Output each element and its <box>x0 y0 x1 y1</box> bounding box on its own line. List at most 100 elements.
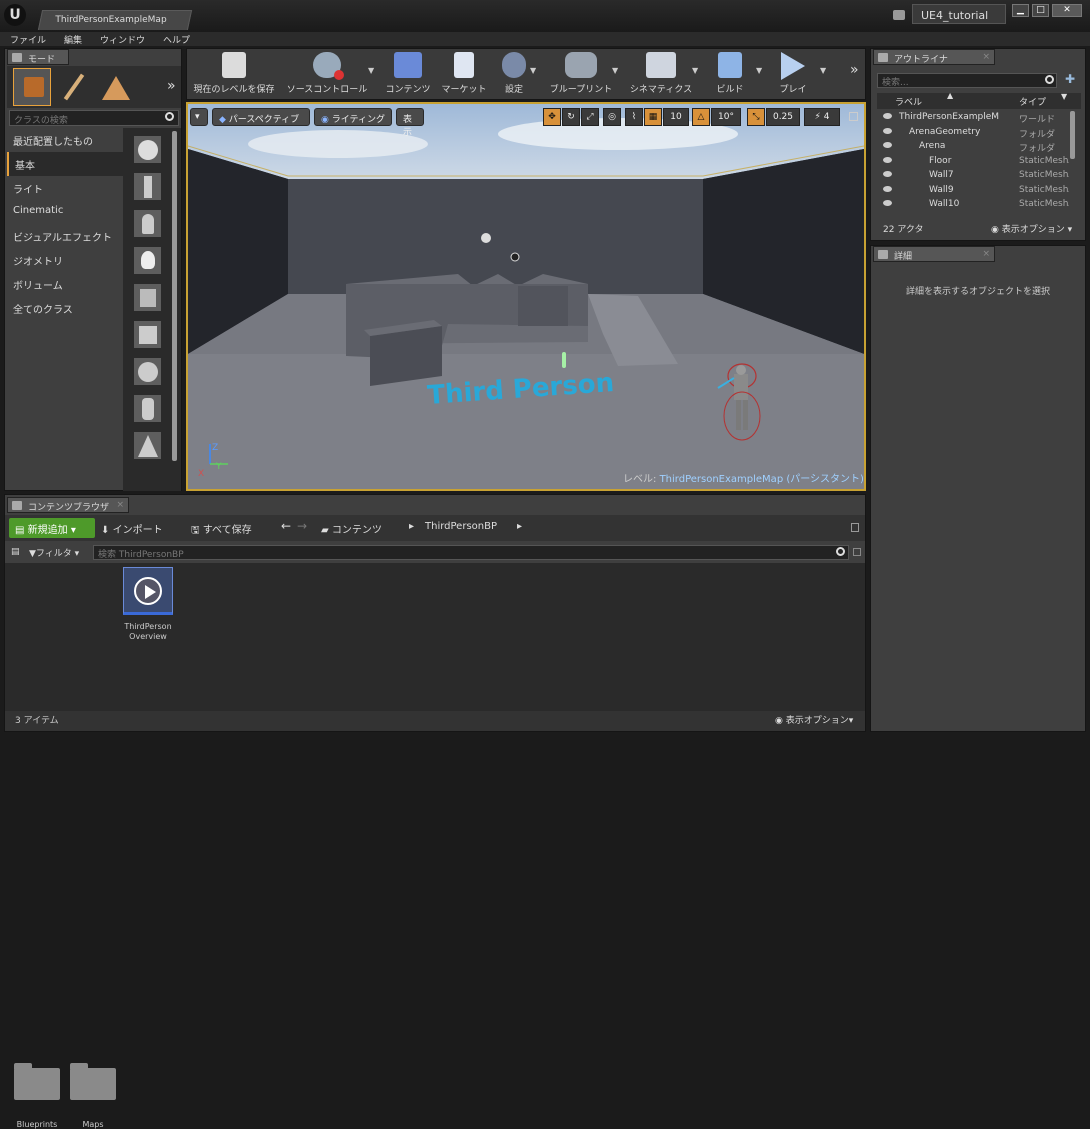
menu-window[interactable]: ウィンドウ <box>90 32 153 46</box>
lighting-button[interactable]: ◉ ライティング <box>314 108 392 126</box>
rotation-snap-value[interactable]: 10° <box>711 108 741 126</box>
save-all-button[interactable]: 🖫 すべて保存 <box>191 521 252 540</box>
tutorial-asset-thumb[interactable] <box>123 567 173 615</box>
grid-snap-value[interactable]: 10 <box>663 108 689 126</box>
build-dropdown-icon[interactable]: ▼ <box>756 66 762 75</box>
source-control-button[interactable]: ソースコントロール <box>284 52 370 98</box>
filter-button[interactable]: ▼フィルタ ▾ <box>29 546 79 559</box>
level-viewport[interactable]: Third Person Z Y X レベル: ThirdPersonExamp… <box>186 102 866 491</box>
marketplace-button[interactable]: マーケット <box>438 52 490 98</box>
document-tab[interactable]: ThirdPersonExampleMap <box>37 10 193 30</box>
camera-speed-button[interactable]: ⚡ 4 <box>804 108 840 126</box>
content-button[interactable]: コンテンツ <box>382 52 434 98</box>
settings-button[interactable]: 設定 <box>494 52 534 98</box>
sources-toggle-icon[interactable]: ▤ <box>11 547 20 557</box>
category-cinematic[interactable]: Cinematic <box>7 200 123 224</box>
menu-edit[interactable]: 編集 <box>54 32 90 46</box>
forward-button[interactable]: → <box>297 519 307 533</box>
content-browser-tab[interactable]: コンテンツブラウザ × <box>7 497 129 513</box>
rotation-snap-icon[interactable]: △ <box>692 108 710 126</box>
modes-tab[interactable]: モード <box>7 49 69 65</box>
category-geometry[interactable]: ジオメトリ <box>7 248 123 272</box>
scale-snap-icon[interactable]: ⤡ <box>747 108 765 126</box>
category-all-classes[interactable]: 全てのクラス <box>7 296 123 320</box>
cinematics-button[interactable]: シネマティクス <box>626 52 696 98</box>
path-thirdpersonbp[interactable]: ThirdPersonBP <box>425 521 497 532</box>
build-button[interactable]: ビルド <box>706 52 754 98</box>
mode-list-scrollbar[interactable] <box>172 131 177 461</box>
cylinder-thumb[interactable] <box>133 394 162 423</box>
empty-actor-thumb[interactable] <box>133 135 162 164</box>
folder-blueprints[interactable]: Blueprints <box>12 1063 62 1129</box>
content-search-input[interactable]: 検索 ThirdPersonBP <box>93 545 849 560</box>
close-button[interactable]: ✕ <box>1052 4 1082 17</box>
outliner-row[interactable]: Wall9 StaticMeshA <box>877 183 1069 198</box>
outliner-row[interactable]: ArenaGeometry フォルダ <box>877 125 1069 140</box>
visibility-eye-icon[interactable] <box>883 156 892 163</box>
minimize-button[interactable]: ▁ <box>1012 4 1029 17</box>
rotate-tool-icon[interactable]: ↻ <box>562 108 580 126</box>
type-dropdown-icon[interactable]: ▼ <box>1061 92 1067 101</box>
world-space-icon[interactable]: ◎ <box>603 108 621 126</box>
category-visual-effects[interactable]: ビジュアルエフェクト <box>7 224 123 248</box>
outliner-tab[interactable]: アウトライナ × <box>873 49 995 65</box>
blueprint-dropdown-icon[interactable]: ▼ <box>612 66 618 75</box>
save-search-icon[interactable] <box>853 548 861 556</box>
more-modes-icon[interactable]: » <box>167 78 176 94</box>
back-button[interactable]: ← <box>281 519 291 533</box>
character-thumb[interactable] <box>133 172 162 201</box>
visibility-eye-icon[interactable] <box>883 200 892 206</box>
category-recent[interactable]: 最近配置したもの <box>7 128 123 152</box>
visibility-eye-icon[interactable] <box>883 171 892 177</box>
scale-snap-value[interactable]: 0.25 <box>766 108 800 126</box>
toolbar-overflow-icon[interactable]: » <box>850 62 859 78</box>
lock-icon[interactable] <box>851 523 859 532</box>
grid-snap-icon[interactable]: ▦ <box>644 108 662 126</box>
save-level-button[interactable]: 現在のレベルを保存 <box>190 52 278 98</box>
landscape-mode-icon[interactable] <box>97 68 135 106</box>
viewport-options-button[interactable]: ▾ <box>190 108 208 126</box>
details-tab[interactable]: 詳細 × <box>873 246 995 262</box>
add-actor-icon[interactable]: ✚ <box>1065 72 1079 86</box>
outliner-scrollbar[interactable] <box>1070 111 1075 159</box>
content-view-options[interactable]: ◉ 表示オプション▾ <box>775 713 853 726</box>
cinematics-dropdown-icon[interactable]: ▼ <box>692 66 698 75</box>
outliner-row[interactable]: Arena フォルダ <box>877 139 1069 154</box>
blueprint-button[interactable]: ブループリント <box>546 52 616 98</box>
folder-maps[interactable]: Maps <box>68 1063 118 1129</box>
point-light-thumb[interactable] <box>133 246 162 275</box>
outliner-row[interactable]: ThirdPersonExampleM ワールド <box>877 110 1069 125</box>
sphere-thumb[interactable] <box>133 357 162 386</box>
import-button[interactable]: ⬇ インポート <box>101 521 163 536</box>
content-browser-close-icon[interactable]: × <box>116 500 124 510</box>
category-basic[interactable]: 基本 <box>7 152 123 176</box>
cube-thumb[interactable] <box>133 320 162 349</box>
path-more-icon[interactable]: ▸ <box>517 521 522 532</box>
maximize-button[interactable]: □ <box>1032 4 1049 17</box>
class-search-input[interactable]: クラスの検索 <box>9 110 179 126</box>
category-volumes[interactable]: ボリューム <box>7 272 123 296</box>
paint-mode-icon[interactable] <box>55 68 93 106</box>
outliner-row[interactable]: Wall7 StaticMeshA <box>877 168 1069 183</box>
col-type[interactable]: タイプ <box>1019 95 1046 108</box>
path-root[interactable]: ▰ コンテンツ <box>321 521 382 536</box>
maximize-viewport-icon[interactable] <box>849 112 858 121</box>
details-close-icon[interactable]: × <box>982 249 990 259</box>
outliner-row[interactable]: Floor StaticMeshA <box>877 154 1069 169</box>
visibility-eye-icon[interactable] <box>883 127 892 134</box>
outliner-row[interactable]: Wall10 StaticMeshA <box>877 197 1069 212</box>
visibility-eye-icon[interactable] <box>883 113 892 119</box>
cone-thumb[interactable] <box>133 431 162 460</box>
pawn-thumb[interactable] <box>133 209 162 238</box>
perspective-button[interactable]: ◆ パースペクティブ <box>212 108 310 126</box>
scale-tool-icon[interactable]: ⤢ <box>581 108 599 126</box>
translate-tool-icon[interactable]: ✥ <box>543 108 561 126</box>
settings-dropdown-icon[interactable]: ▼ <box>530 66 536 75</box>
surface-snap-icon[interactable]: ⌇ <box>625 108 643 126</box>
menu-help[interactable]: ヘルプ <box>153 32 198 46</box>
outliner-view-options[interactable]: ◉ 表示オプション ▾ <box>991 222 1072 235</box>
category-lights[interactable]: ライト <box>7 176 123 200</box>
show-button[interactable]: 表示 <box>396 108 424 138</box>
play-dropdown-icon[interactable]: ▼ <box>820 66 826 75</box>
play-button[interactable]: プレイ <box>770 52 816 98</box>
